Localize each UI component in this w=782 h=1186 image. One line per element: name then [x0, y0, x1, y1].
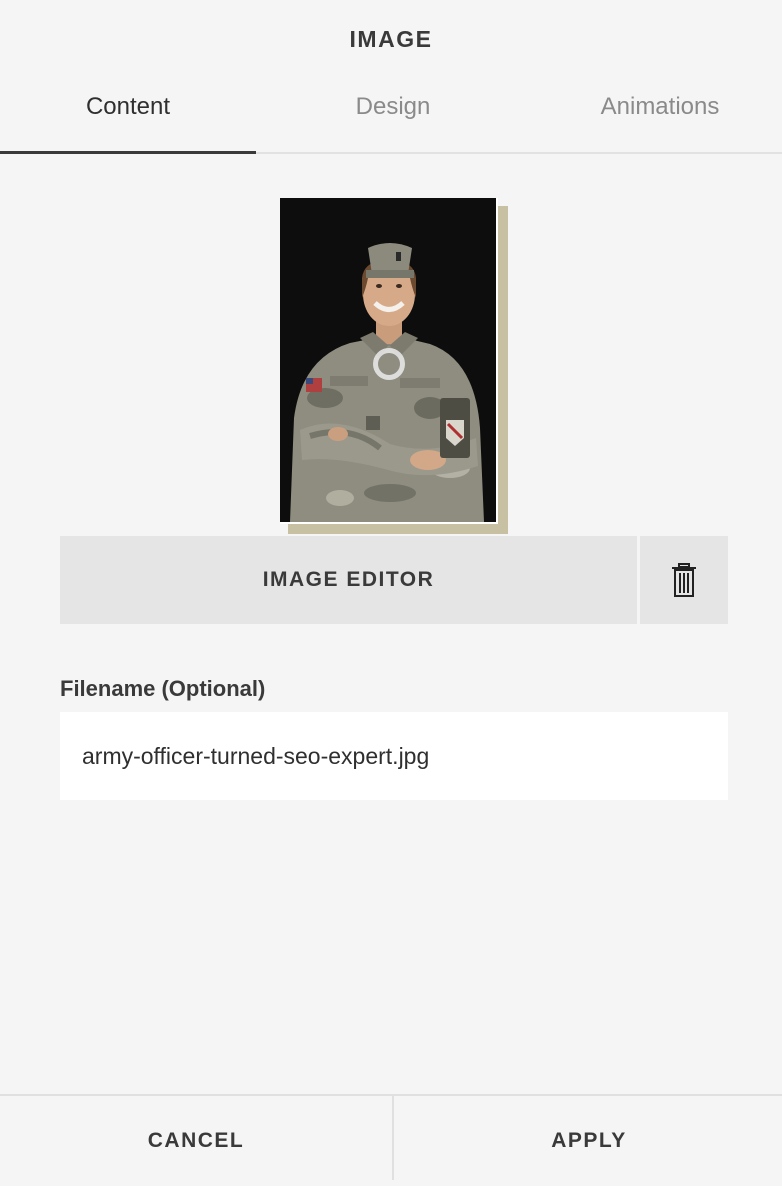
- footer-bar: CANCEL APPLY: [0, 1094, 782, 1180]
- filename-input[interactable]: [60, 712, 728, 800]
- focal-point-handle[interactable]: [373, 348, 405, 380]
- tab-animations[interactable]: Animations: [530, 78, 782, 152]
- tab-design[interactable]: Design: [263, 78, 523, 152]
- tab-bar: Content Design Animations: [0, 78, 782, 154]
- filename-label: Filename (Optional): [60, 676, 266, 701]
- image-editor-button[interactable]: IMAGE EDITOR: [60, 536, 637, 624]
- tab-content[interactable]: Content: [0, 78, 256, 154]
- image-thumbnail: [280, 198, 496, 522]
- image-editor-bar: IMAGE EDITOR: [60, 536, 728, 624]
- delete-image-button[interactable]: [640, 536, 728, 624]
- apply-button[interactable]: APPLY: [396, 1096, 782, 1180]
- image-preview: [280, 198, 508, 534]
- panel-title: IMAGE: [349, 26, 433, 52]
- trash-icon: [672, 563, 696, 597]
- cancel-button[interactable]: CANCEL: [0, 1096, 394, 1180]
